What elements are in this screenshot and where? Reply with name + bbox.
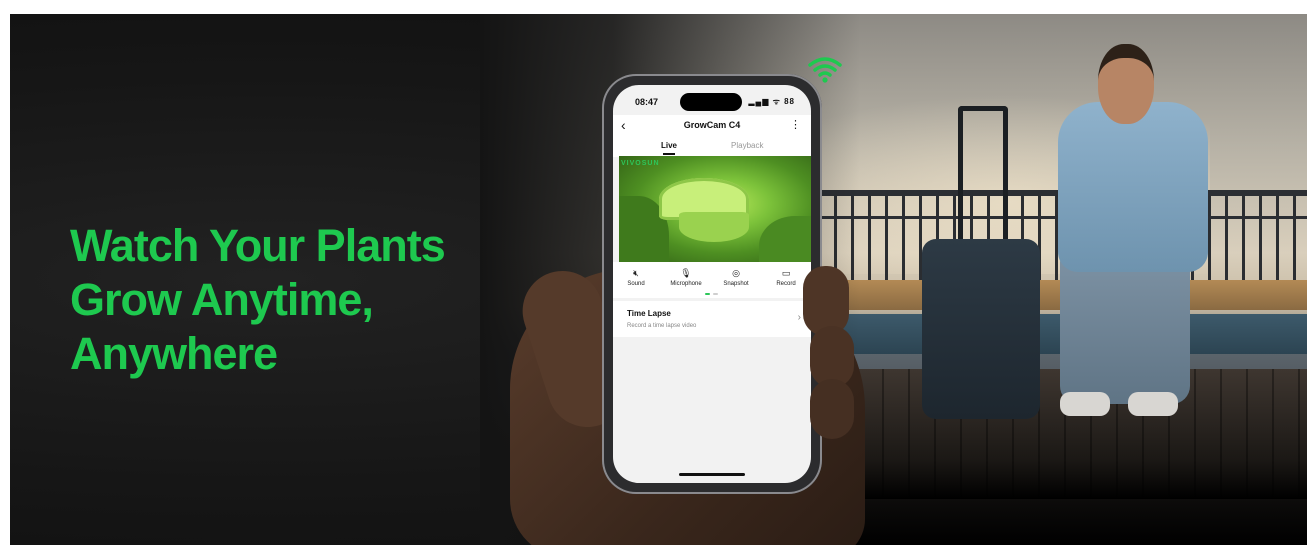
venus-flytrap [679, 212, 749, 242]
time-lapse-row[interactable]: Time Lapse Record a time lapse video › [613, 301, 811, 337]
camera-icon: ◎ [732, 268, 740, 278]
time-lapse-subtitle: Record a time lapse video [627, 323, 697, 329]
hand-finger [803, 266, 849, 336]
hero-banner: Watch Your Plants Grow Anytime, Anywhere… [10, 14, 1307, 545]
view-tabs: Live Playback [613, 137, 811, 157]
suitcase [922, 239, 1040, 419]
sound-button[interactable]: 🔇︎ Sound [613, 266, 659, 287]
device-title: GrowCam C4 [683, 120, 741, 130]
sound-label: Sound [627, 281, 645, 287]
plant-leaf [759, 216, 811, 262]
wifi-icon [808, 57, 842, 83]
chevron-right-icon: › [797, 312, 801, 323]
person-shoe-left [1060, 392, 1110, 416]
railing-mid [800, 216, 1307, 219]
page-dot-active [705, 293, 710, 295]
time-lapse-title: Time Lapse [627, 309, 671, 318]
railing-top [800, 190, 1307, 196]
suitcase-handle [958, 106, 1008, 247]
dynamic-island [680, 93, 742, 111]
microphone-off-icon: 🎙︎ [680, 268, 692, 278]
tab-live[interactable]: Live [661, 141, 677, 155]
snapshot-button[interactable]: ◎ Snapshot [713, 266, 759, 287]
home-indicator [679, 473, 745, 476]
headline-line-2: Grow Anytime, [70, 274, 374, 325]
record-button[interactable]: ▭ Record [763, 266, 809, 287]
snapshot-label: Snapshot [723, 281, 749, 287]
phone-screen: 08:47 ▂▄▆ ᯤ 88 ‹ GrowCam C4 ⋮ Live Playb… [613, 85, 811, 483]
status-time: 08:47 [635, 97, 659, 107]
app-nav-bar: ‹ GrowCam C4 ⋮ [613, 115, 811, 137]
status-icons: ▂▄▆ ᯤ 88 [748, 97, 795, 106]
page-indicator [705, 293, 719, 295]
microphone-label: Microphone [670, 281, 702, 287]
headline-line-3: Anywhere [70, 328, 278, 379]
more-vertical-icon[interactable]: ⋮ [790, 118, 801, 131]
tab-playback[interactable]: Playback [731, 141, 763, 150]
railing [800, 190, 1307, 290]
video-camera-icon: ▭ [781, 268, 791, 278]
person-head [1098, 44, 1154, 124]
video-watermark: VIVOSUN [621, 160, 660, 167]
live-video-feed[interactable]: VIVOSUN [619, 156, 811, 262]
headline-line-1: Watch Your Plants [70, 220, 446, 271]
person-shoe-right [1128, 392, 1178, 416]
headline: Watch Your Plants Grow Anytime, Anywhere [70, 219, 446, 381]
microphone-button[interactable]: 🎙︎ Microphone [663, 266, 709, 287]
hand-finger [810, 379, 854, 439]
person-body [1058, 102, 1208, 272]
page-dot [713, 293, 718, 295]
speaker-mute-icon: 🔇︎ [633, 268, 639, 278]
